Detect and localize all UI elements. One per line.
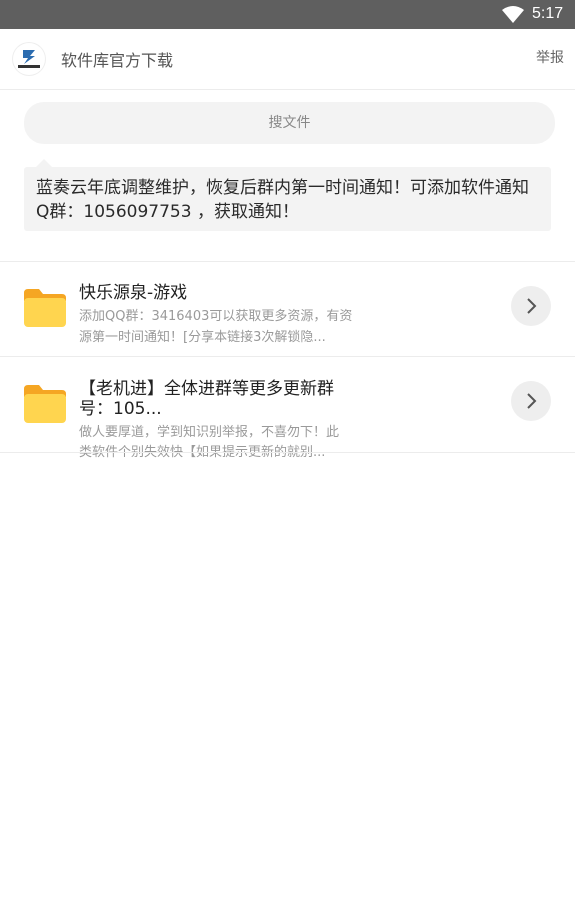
folder-name: 号：105... <box>79 399 162 419</box>
folder-row[interactable]: 快乐源泉-游戏 添加QQ群：3416403可以获取更多资源，有资 源第一时间通知… <box>0 261 575 356</box>
folder-desc-line: 添加QQ群：3416403可以获取更多资源，有资 <box>79 309 353 324</box>
chevron-right-icon <box>527 393 537 409</box>
notice-banner: 蓝奏云年底调整维护，恢复后群内第一时间通知！可添加软件通知Q群：10560977… <box>24 159 551 231</box>
page-title: 软件库官方下载 <box>61 51 174 70</box>
report-button[interactable]: 举报 <box>536 47 564 67</box>
folder-name: 【老机进】全体进群等更多更新群 <box>79 379 334 399</box>
divider <box>0 452 575 453</box>
status-time: 5:17 <box>532 5 564 22</box>
status-bar: 5:17 <box>0 0 575 29</box>
folder-name: 快乐源泉-游戏 <box>79 283 188 303</box>
folder-desc-line: 做人要厚道，学到知识别举报，不喜勿下！此 <box>79 425 340 440</box>
folder-row[interactable]: 【老机进】全体进群等更多更新群 号：105... 做人要厚道，学到知识别举报，不… <box>0 357 575 460</box>
open-folder-button[interactable] <box>511 381 551 421</box>
folder-desc-line: 源第一时间通知！[分享本链接3次解锁隐... <box>79 330 326 345</box>
chevron-right-icon <box>527 298 537 314</box>
app-logo-icon <box>12 42 46 76</box>
open-folder-button[interactable] <box>511 286 551 326</box>
wifi-icon <box>502 6 524 23</box>
folder-icon <box>24 289 66 327</box>
app-header: 软件库官方下载 举报 <box>0 29 575 90</box>
search-input[interactable] <box>24 102 555 144</box>
folder-icon <box>24 385 66 423</box>
